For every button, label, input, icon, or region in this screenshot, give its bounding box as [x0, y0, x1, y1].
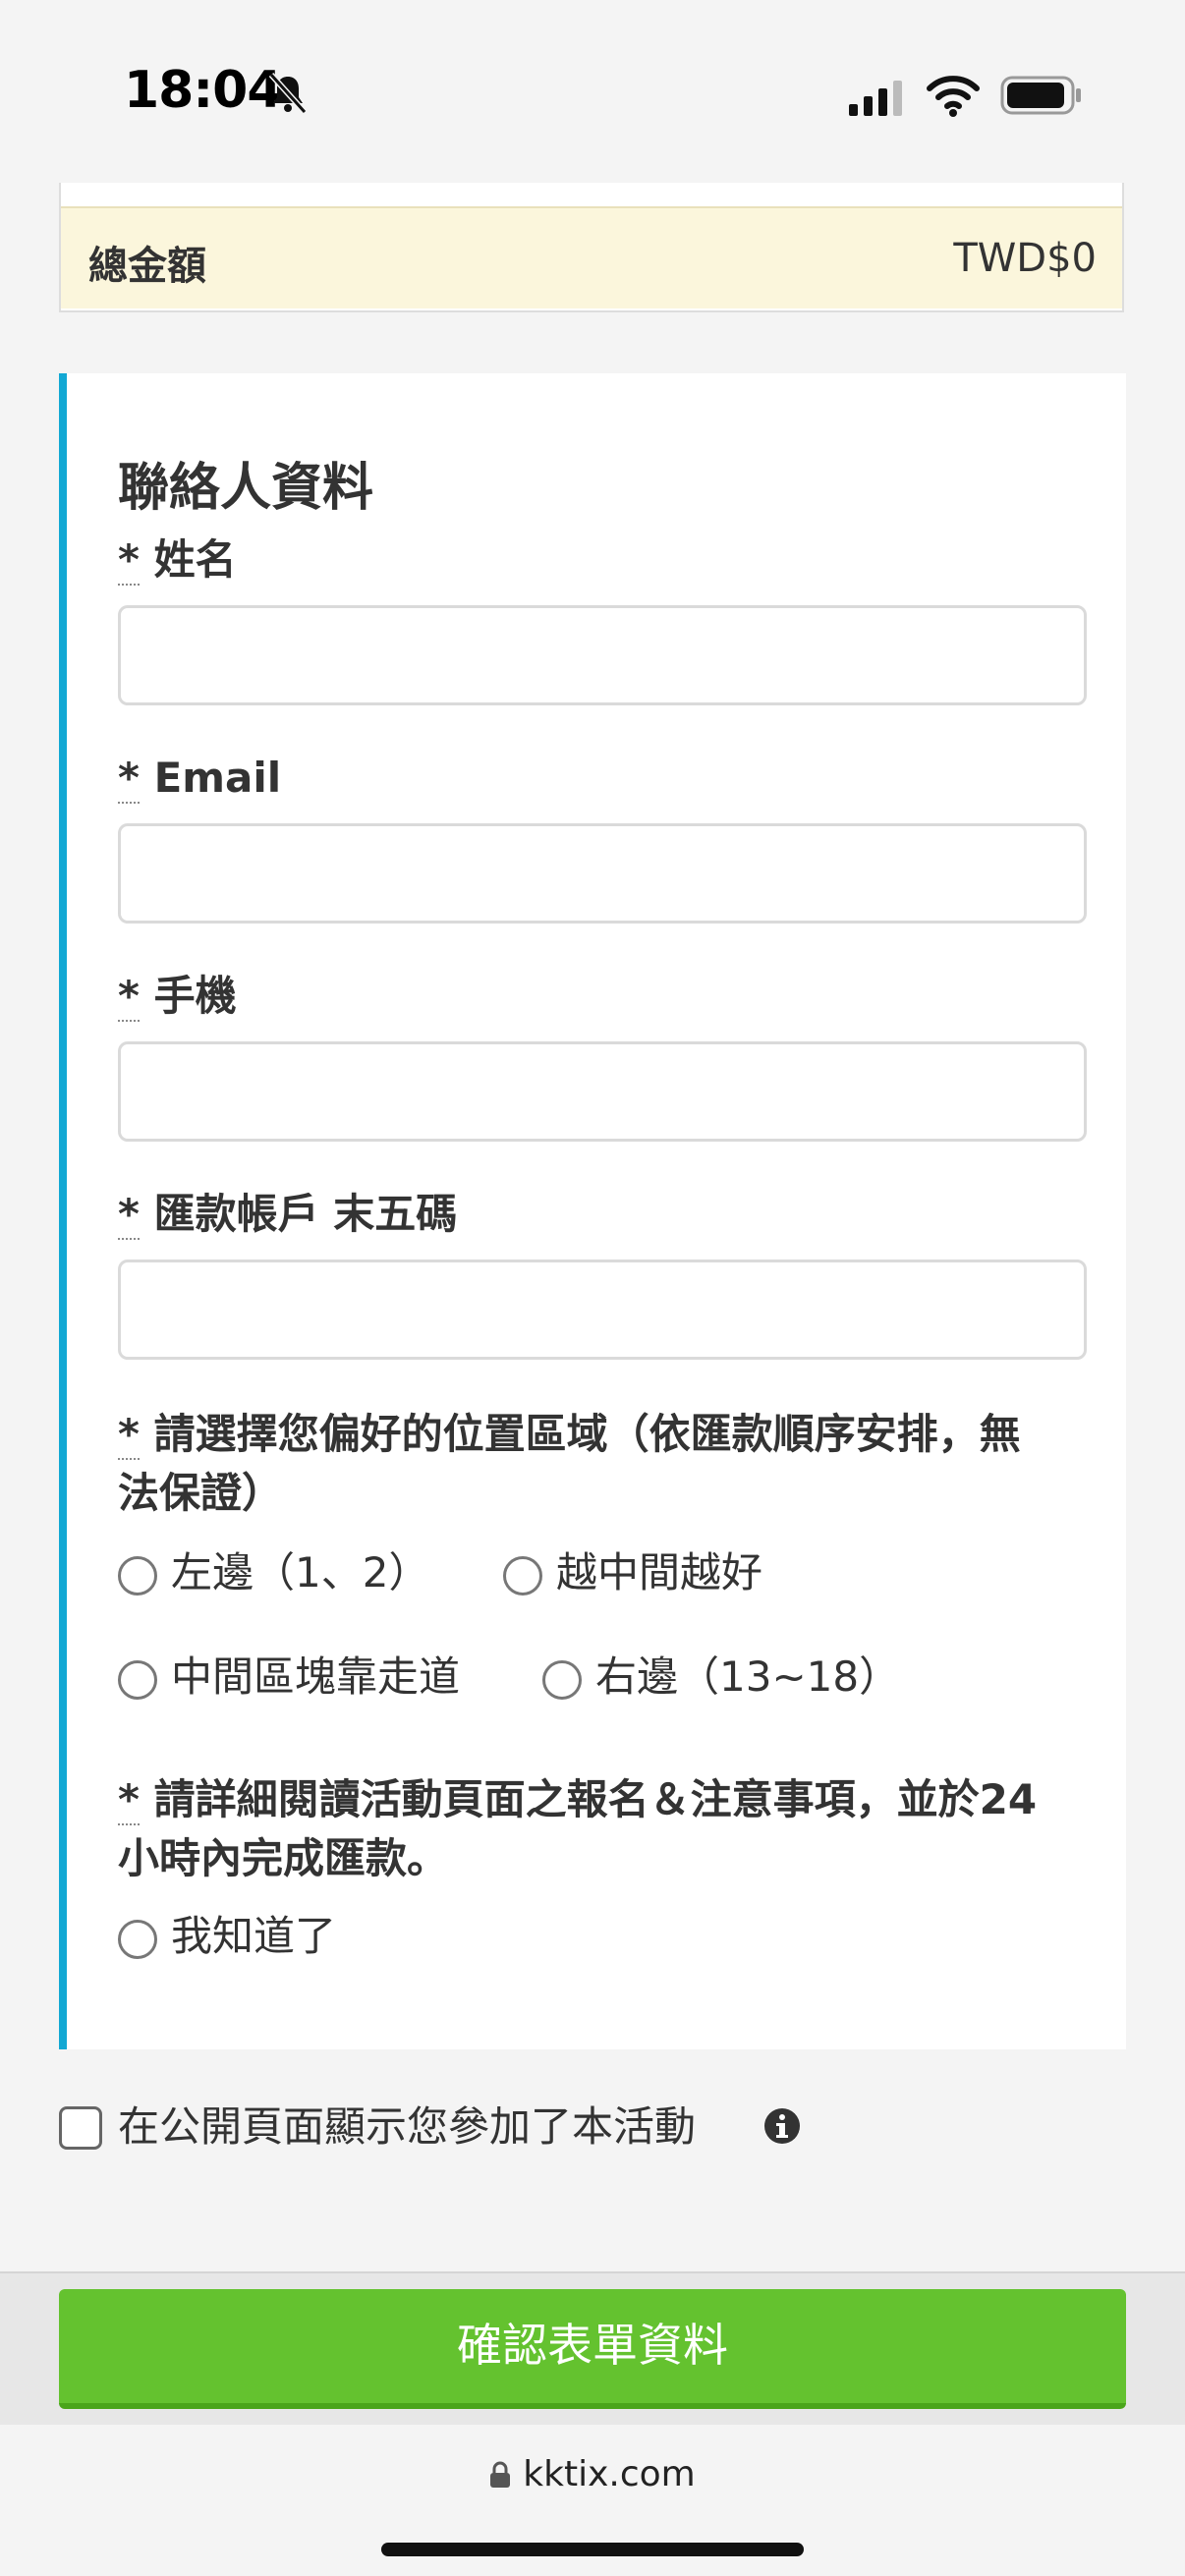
seat-option-aisle[interactable]: 中間區塊靠走道	[118, 1652, 460, 1702]
public-display-label: 在公開頁面顯示您參加了本活動	[118, 2102, 697, 2151]
info-icon[interactable]	[762, 2106, 802, 2146]
contact-form: 聯絡人資料 * 姓名 * Email * 手機 * 匯款帳戶 末五碼 * 請選擇…	[59, 373, 1126, 2049]
radio-circle-icon	[118, 1919, 157, 1959]
required-mark: *	[118, 1410, 140, 1460]
notice-option-label: 我知道了	[171, 1912, 337, 1960]
email-label: * Email	[118, 749, 281, 808]
phone-label-text: 手機	[153, 972, 237, 1020]
signal-icon	[849, 81, 902, 116]
required-mark: *	[118, 754, 140, 804]
seat-option-middle-label: 越中間越好	[556, 1548, 763, 1596]
seat-question-text-1: 請選擇您偏好的位置區域（依匯款順序安排，無	[153, 1410, 1021, 1458]
battery-icon	[1000, 76, 1081, 115]
radio-circle-icon	[503, 1555, 542, 1596]
seat-option-left-label: 左邊（1、2）	[171, 1548, 430, 1596]
seat-option-right-label: 右邊（13~18）	[595, 1652, 901, 1701]
radio-circle-icon	[118, 1555, 157, 1596]
notice-question-text-1: 請詳細閱讀活動頁面之報名＆注意事項，並於24	[153, 1775, 1038, 1823]
email-input[interactable]	[118, 823, 1087, 924]
seat-option-aisle-label: 中間區塊靠走道	[171, 1652, 461, 1701]
seat-question-line2: 法保證）	[118, 1469, 284, 1517]
required-mark: *	[118, 1775, 140, 1825]
home-indicator	[381, 2543, 804, 2556]
name-input[interactable]	[118, 605, 1087, 705]
name-label: * 姓名	[118, 531, 237, 589]
url-display[interactable]: kktix.com	[0, 2454, 1185, 2494]
confirm-form-button[interactable]: 確認表單資料	[59, 2289, 1126, 2409]
total-row: 總金額 TWD$0	[61, 206, 1122, 308]
seat-option-middle[interactable]: 越中間越好	[503, 1548, 762, 1597]
seat-option-left[interactable]: 左邊（1、2）	[118, 1548, 429, 1597]
public-display-checkbox[interactable]	[59, 2106, 102, 2150]
required-mark: *	[118, 1190, 140, 1240]
url-text: kktix.com	[523, 2454, 696, 2494]
radio-circle-icon	[118, 1659, 157, 1700]
notice-question-line2: 小時內完成匯款。	[118, 1834, 449, 1882]
phone-input[interactable]	[118, 1041, 1087, 1142]
wifi-icon	[927, 76, 980, 117]
account-label: * 匯款帳戶 末五碼	[118, 1185, 457, 1244]
required-mark: *	[118, 972, 140, 1022]
bottom-action-bar: 確認表單資料	[0, 2271, 1185, 2427]
seat-question-label: * 請選擇您偏好的位置區域（依匯款順序安排，無 法保證）	[118, 1405, 1091, 1523]
account-last5-input[interactable]	[118, 1260, 1087, 1360]
status-time: 18:04	[124, 61, 283, 120]
name-label-text: 姓名	[153, 535, 237, 584]
bell-slash-icon	[268, 72, 308, 115]
phone-label: * 手機	[118, 967, 237, 1026]
account-label-text: 匯款帳戶 末五碼	[153, 1190, 458, 1238]
email-label-text: Email	[153, 754, 282, 802]
seat-question-line1: * 請選擇您偏好的位置區域（依匯款順序安排，無	[118, 1405, 1091, 1464]
radio-circle-icon	[542, 1659, 582, 1700]
lock-icon	[490, 2461, 511, 2488]
notice-option-acknowledge[interactable]: 我知道了	[118, 1912, 336, 1961]
required-mark: *	[118, 535, 140, 586]
seat-option-right[interactable]: 右邊（13~18）	[542, 1652, 900, 1702]
order-summary: 總金額 TWD$0	[59, 183, 1124, 312]
status-bar: 18:04	[0, 0, 1185, 187]
browser-url-bar: kktix.com	[0, 2425, 1185, 2576]
total-value: TWD$0	[953, 236, 1097, 281]
public-display-row[interactable]: 在公開頁面顯示您參加了本活動	[59, 2102, 1140, 2161]
total-label: 總金額	[88, 244, 206, 289]
notice-question-label: * 請詳細閱讀活動頁面之報名＆注意事項，並於24 小時內完成匯款。	[118, 1770, 1091, 1888]
form-title: 聯絡人資料	[118, 459, 374, 518]
notice-question-line1: * 請詳細閱讀活動頁面之報名＆注意事項，並於24	[118, 1770, 1091, 1829]
